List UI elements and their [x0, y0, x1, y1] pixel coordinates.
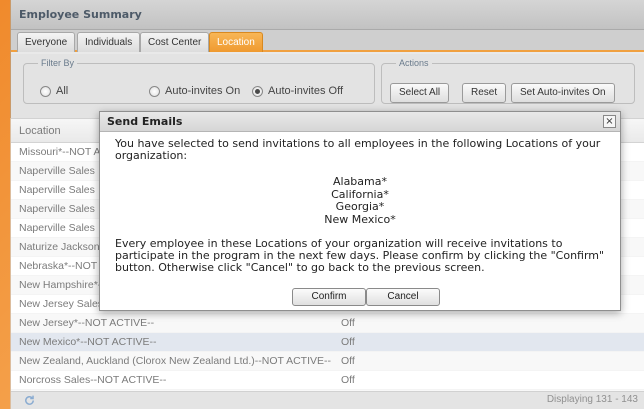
- tab-individuals[interactable]: Individuals: [77, 32, 141, 52]
- location-list: Alabama* California* Georgia* New Mexico…: [100, 175, 620, 226]
- radio-auto-invites-on[interactable]: Auto-invites On: [149, 85, 240, 97]
- send-emails-dialog: Send Emails × You have selected to send …: [99, 111, 621, 311]
- dialog-body-text: Every employee in these Locations of you…: [115, 237, 605, 274]
- select-all-button[interactable]: Select All: [390, 83, 450, 103]
- radio-auto-invites-on-dot[interactable]: [149, 85, 160, 97]
- filter-by-group: Filter By All Auto-invites On Auto-invit…: [23, 58, 375, 104]
- radio-auto-invites-off-dot[interactable]: [252, 85, 263, 97]
- radio-all-dot[interactable]: [40, 85, 51, 97]
- cancel-button[interactable]: Cancel: [366, 288, 440, 306]
- filter-by-legend: Filter By: [41, 58, 75, 68]
- actions-group: Actions Select All Reset Set Auto-invite…: [381, 58, 635, 104]
- location-item: Georgia*: [335, 200, 385, 213]
- confirm-button[interactable]: Confirm: [292, 288, 366, 306]
- location-item: Alabama*: [332, 175, 387, 188]
- dialog-intro-text: You have selected to send invitations to…: [115, 137, 601, 162]
- radio-all-label: All: [56, 85, 69, 97]
- filter-panel: Filter By All Auto-invites On Auto-invit…: [11, 54, 644, 118]
- radio-auto-invites-off[interactable]: Auto-invites Off: [252, 85, 343, 97]
- location-item: New Mexico*: [324, 212, 396, 226]
- radio-auto-invites-on-label: Auto-invites On: [165, 85, 241, 97]
- window-title: Employee Summary: [11, 0, 644, 30]
- radio-auto-invites-off-label: Auto-invites Off: [268, 85, 343, 97]
- tab-everyone[interactable]: Everyone: [17, 32, 76, 52]
- tab-location[interactable]: Location: [209, 32, 263, 52]
- close-icon[interactable]: ×: [603, 115, 616, 128]
- tab-bar: Everyone Individuals Cost Center Locatio…: [11, 30, 644, 52]
- set-auto-invites-on-button[interactable]: Set Auto-invites On: [511, 83, 615, 103]
- actions-legend: Actions: [399, 58, 429, 68]
- tab-cost-center[interactable]: Cost Center: [140, 32, 210, 52]
- reset-button[interactable]: Reset: [462, 83, 507, 103]
- dialog-title: Send Emails: [100, 112, 620, 132]
- radio-all[interactable]: All: [40, 85, 68, 97]
